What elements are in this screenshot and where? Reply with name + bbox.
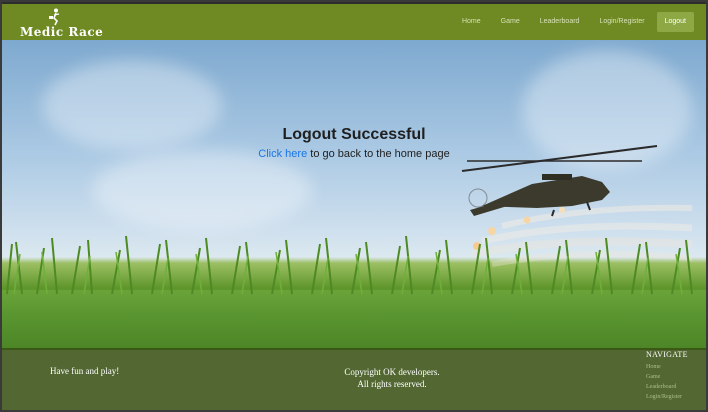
nav-links: Home Game Leaderboard Login/Register Log…	[454, 12, 694, 32]
cloud	[92, 150, 312, 230]
nav-link-home[interactable]: Home	[454, 12, 489, 32]
grass-blades	[6, 235, 693, 294]
rotor-hub	[542, 174, 572, 180]
medic-figure-icon	[49, 8, 60, 26]
page-title: Logout Successful	[282, 126, 426, 143]
tail-rotor	[468, 188, 488, 208]
copyright-line-2: All rights reserved.	[357, 379, 427, 389]
hero-background: Logout Successful Click here to go back …	[2, 40, 706, 350]
footer-nav-game[interactable]: Game	[646, 372, 706, 382]
logo-text: Medic Race	[20, 25, 104, 39]
home-link-line: Click here to go back to the home page	[2, 148, 706, 160]
navbar: Medic Race Home Game Leaderboard Login/R…	[2, 2, 706, 40]
logo[interactable]: Medic Race	[20, 8, 103, 40]
nav-link-game[interactable]: Game	[493, 12, 528, 32]
footer-nav-home[interactable]: Home	[646, 362, 706, 372]
home-link-suffix: to go back to the home page	[307, 148, 450, 160]
footer-nav-title: NAVIGATE	[646, 350, 688, 359]
click-here-link[interactable]: Click here	[258, 148, 307, 160]
footer-nav: NAVIGATE Home Game Leaderboard Login/Reg…	[646, 350, 706, 402]
footer: Have fun and play! Copyright OK develope…	[2, 348, 706, 410]
nav-link-logout[interactable]: Logout	[656, 12, 694, 32]
footer-tagline: Have fun and play!	[50, 366, 120, 376]
footer-nav-leaderboard[interactable]: Leaderboard	[646, 382, 706, 392]
footer-copyright: Copyright OK developers. All rights rese…	[292, 366, 492, 390]
copyright-line-1: Copyright OK developers.	[344, 367, 440, 377]
nav-link-login-register[interactable]: Login/Register	[591, 12, 652, 32]
page-frame: Medic Race Home Game Leaderboard Login/R…	[0, 0, 708, 412]
nav-link-leaderboard[interactable]: Leaderboard	[532, 12, 588, 32]
footer-nav-login-register[interactable]: Login/Register	[646, 392, 706, 402]
logout-message: Logout Successful Click here to go back …	[2, 126, 706, 160]
grass-field	[2, 235, 706, 350]
